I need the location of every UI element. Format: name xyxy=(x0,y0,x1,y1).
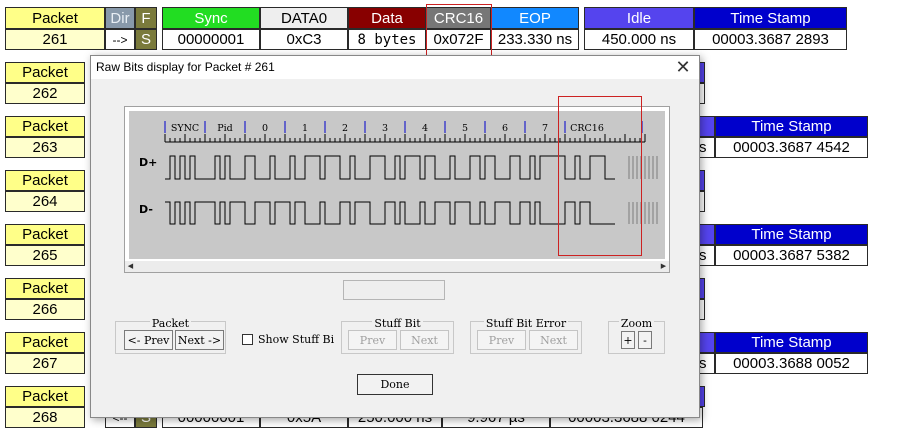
field-label: 5 xyxy=(462,123,468,134)
field-label: 4 xyxy=(422,123,428,134)
raw-bits-dialog: Raw Bits display for Packet # 261 ✕ SYNC… xyxy=(90,55,700,418)
field-label: SYNC xyxy=(171,123,199,134)
timestamp-value: 00003.3687 5382 xyxy=(715,245,868,266)
timestamp-header: Time Stamp xyxy=(715,116,868,137)
status-field xyxy=(343,280,445,300)
scroll-left-icon[interactable]: ◀ xyxy=(125,261,136,272)
timestamp-header: Time Stamp xyxy=(715,224,868,245)
stuff-bit-error-next-button[interactable]: Next xyxy=(529,330,578,350)
packet-number[interactable]: 263 xyxy=(5,137,85,158)
done-button[interactable]: Done xyxy=(357,374,433,395)
dialog-title: Raw Bits display for Packet # 261 xyxy=(96,60,275,74)
packet-label: Packet xyxy=(5,224,85,245)
dialog-titlebar[interactable]: Raw Bits display for Packet # 261 ✕ xyxy=(91,56,699,79)
scroll-right-icon[interactable]: ▶ xyxy=(658,261,669,272)
field-label: 6 xyxy=(502,123,508,134)
packet-number[interactable]: 262 xyxy=(5,83,85,104)
field-label: 1 xyxy=(302,123,308,134)
packet-label: Packet xyxy=(5,170,85,191)
show-stuff-bits-label: Show Stuff Bi xyxy=(258,333,335,346)
field-label: 3 xyxy=(382,123,388,134)
field-label: 2 xyxy=(342,123,348,134)
packet-number[interactable]: 267 xyxy=(5,353,85,374)
prev-packet-button[interactable]: <- Prev xyxy=(124,330,173,350)
packet-label: Packet xyxy=(5,116,85,137)
d-minus-trace xyxy=(165,201,615,225)
stuff-bit-prev-button[interactable]: Prev xyxy=(348,330,397,350)
d-plus-label: D+ xyxy=(139,156,157,169)
packet-label: Packet xyxy=(5,62,85,83)
stuff-bit-error-prev-button[interactable]: Prev xyxy=(477,330,526,350)
show-stuff-bits-checkbox[interactable] xyxy=(242,334,253,345)
zoom-group-label: Zoom xyxy=(618,317,655,330)
field-label: Pid xyxy=(217,123,233,134)
packet-number[interactable]: 268 xyxy=(5,407,85,428)
packet-number[interactable]: 264 xyxy=(5,191,85,212)
packet-number[interactable]: 265 xyxy=(5,245,85,266)
field-label: 7 xyxy=(542,123,548,134)
close-icon[interactable]: ✕ xyxy=(673,57,693,77)
timestamp-value: 00003.3688 0052 xyxy=(715,353,868,374)
stuff-bit-error-group-label: Stuff Bit Error xyxy=(483,317,569,330)
next-packet-button[interactable]: Next -> xyxy=(175,330,224,350)
packet-label: Packet xyxy=(5,386,85,407)
packet-number[interactable]: 266 xyxy=(5,299,85,320)
stuff-bit-next-button[interactable]: Next xyxy=(400,330,449,350)
zoom-group: Zoom xyxy=(608,317,665,354)
packet-group-label: Packet xyxy=(149,317,192,330)
packet-label: Packet xyxy=(5,278,85,299)
d-minus-label: D- xyxy=(139,203,153,216)
crc-field-highlight xyxy=(558,96,642,256)
field-label: 0 xyxy=(262,123,268,134)
horizontal-scrollbar[interactable]: ◀ ▶ xyxy=(125,261,669,272)
zoom-out-button[interactable]: - xyxy=(638,331,652,349)
d-plus-trace xyxy=(165,155,615,180)
packet-label: Packet xyxy=(5,332,85,353)
timestamp-value: 00003.3687 4542 xyxy=(715,137,868,158)
timestamp-header: Time Stamp xyxy=(715,332,868,353)
stuff-bit-group-label: Stuff Bit xyxy=(372,317,423,330)
zoom-in-button[interactable]: + xyxy=(621,331,635,349)
